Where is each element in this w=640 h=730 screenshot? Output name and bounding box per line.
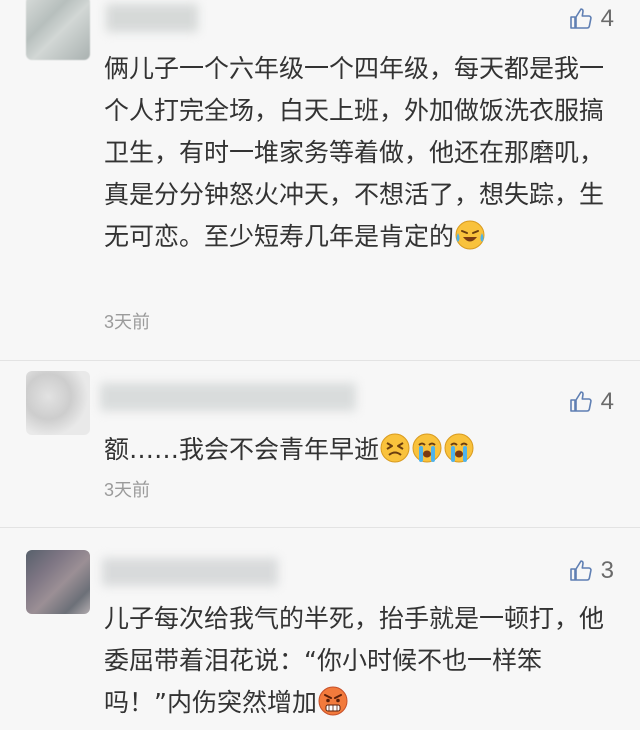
username[interactable] (100, 383, 356, 411)
comment-text: 额……我会不会青年早逝 (104, 429, 610, 477)
like-button[interactable]: 4 (569, 387, 614, 417)
persevere-emoji (379, 432, 411, 477)
loudly-crying-emoji (443, 432, 475, 477)
avatar[interactable] (26, 371, 90, 435)
comment-text: 儿子每次给我气的半死，抬手就是一顿打，他委屈带着泪花说：“你小时候不也一样笨吗！… (104, 598, 610, 730)
thumbs-up-icon (569, 391, 592, 412)
laugh-crying-emoji (454, 219, 486, 264)
thumbs-up-icon (569, 8, 592, 29)
like-button[interactable]: 4 (569, 4, 614, 34)
comment-text: 俩儿子一个六年级一个四年级，每天都是我一个人打完全场，白天上班，外加做饭洗衣服搞… (104, 48, 610, 264)
comment-2: 4 额……我会不会青年早逝 3天前 (0, 361, 640, 541)
avatar[interactable] (26, 0, 90, 60)
avatar[interactable] (26, 550, 90, 614)
thumbs-up-icon (569, 560, 592, 581)
like-count: 4 (600, 5, 614, 32)
loudly-crying-emoji (411, 432, 443, 477)
username[interactable] (102, 558, 278, 586)
like-count: 3 (600, 557, 614, 584)
like-count: 4 (600, 388, 614, 415)
username[interactable] (106, 4, 198, 32)
timestamp: 3天前 (104, 480, 151, 500)
comment-3: 3 儿子每次给我气的半死，抬手就是一顿打，他委屈带着泪花说：“你小时候不也一样笨… (0, 528, 640, 729)
timestamp: 3天前 (104, 312, 151, 332)
angry-emoji (317, 685, 349, 730)
like-button[interactable]: 3 (569, 556, 614, 586)
comment-1: 4 俩儿子一个六年级一个四年级，每天都是我一个人打完全场，白天上班，外加做饭洗衣… (0, 0, 640, 360)
